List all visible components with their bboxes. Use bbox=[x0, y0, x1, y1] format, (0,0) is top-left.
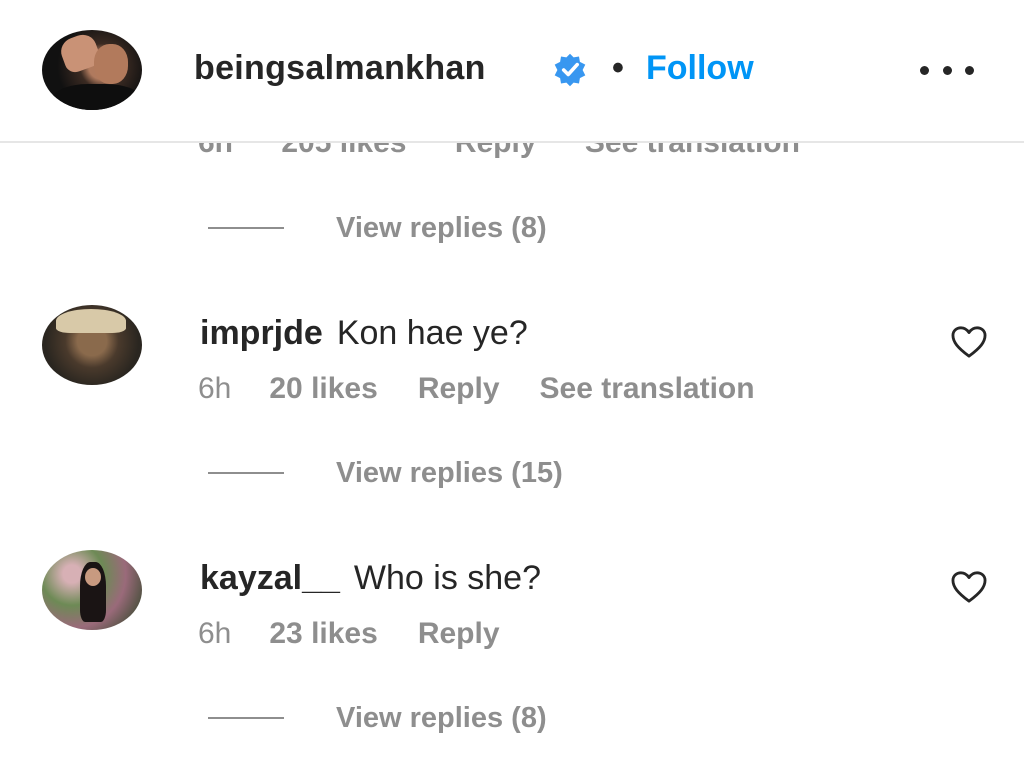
heart-icon[interactable] bbox=[950, 325, 988, 359]
comment-body: imprjde Kon hae ye? bbox=[200, 313, 528, 353]
more-options-icon[interactable] bbox=[920, 60, 974, 80]
comment-meta: 6h 20 likes Reply See translation bbox=[198, 371, 795, 407]
follow-button[interactable]: Follow bbox=[646, 48, 754, 88]
replies-divider-line bbox=[208, 227, 284, 229]
comment-time: 6h bbox=[198, 617, 232, 650]
comment-see-translation[interactable]: See translation bbox=[540, 371, 755, 407]
view-replies-label[interactable]: View replies (15) bbox=[336, 457, 563, 490]
comment-body: kayzal__ Who is she? bbox=[200, 558, 541, 598]
comment-reply-button[interactable]: Reply bbox=[418, 371, 500, 407]
view-replies-button[interactable]: View replies (15) bbox=[208, 455, 563, 491]
comment-text: Who is she? bbox=[353, 559, 541, 597]
comment-reply-button[interactable]: Reply bbox=[418, 616, 500, 652]
commenter-avatar[interactable] bbox=[42, 550, 142, 630]
commenter-username[interactable]: kayzal__ bbox=[200, 559, 340, 597]
view-replies-button[interactable]: View replies (8) bbox=[208, 210, 547, 246]
heart-icon[interactable] bbox=[950, 570, 988, 604]
view-replies-label[interactable]: View replies (8) bbox=[336, 702, 547, 735]
author-avatar[interactable] bbox=[42, 30, 142, 110]
comment-likes[interactable]: 20 likes bbox=[269, 371, 377, 407]
replies-divider-line bbox=[208, 717, 284, 719]
replies-divider-line bbox=[208, 472, 284, 474]
comment-item: kayzal__ Who is she? 6h 23 likes Reply bbox=[0, 550, 1024, 660]
post-header: beingsalmankhan • Follow bbox=[0, 0, 1024, 143]
verified-badge-icon bbox=[554, 53, 586, 87]
commenter-username[interactable]: imprjde bbox=[200, 314, 323, 352]
commenter-avatar[interactable] bbox=[42, 305, 142, 385]
view-replies-button[interactable]: View replies (8) bbox=[208, 700, 547, 736]
comment-item: imprjde Kon hae ye? 6h 20 likes Reply See… bbox=[0, 305, 1024, 415]
header-separator: • bbox=[612, 49, 624, 87]
author-username[interactable]: beingsalmankhan bbox=[194, 48, 486, 88]
comment-time: 6h bbox=[198, 372, 232, 405]
comment-meta: 6h 23 likes Reply bbox=[198, 616, 540, 652]
comment-likes[interactable]: 23 likes bbox=[269, 616, 377, 652]
view-replies-label[interactable]: View replies (8) bbox=[336, 212, 547, 245]
comment-text: Kon hae ye? bbox=[336, 314, 528, 352]
